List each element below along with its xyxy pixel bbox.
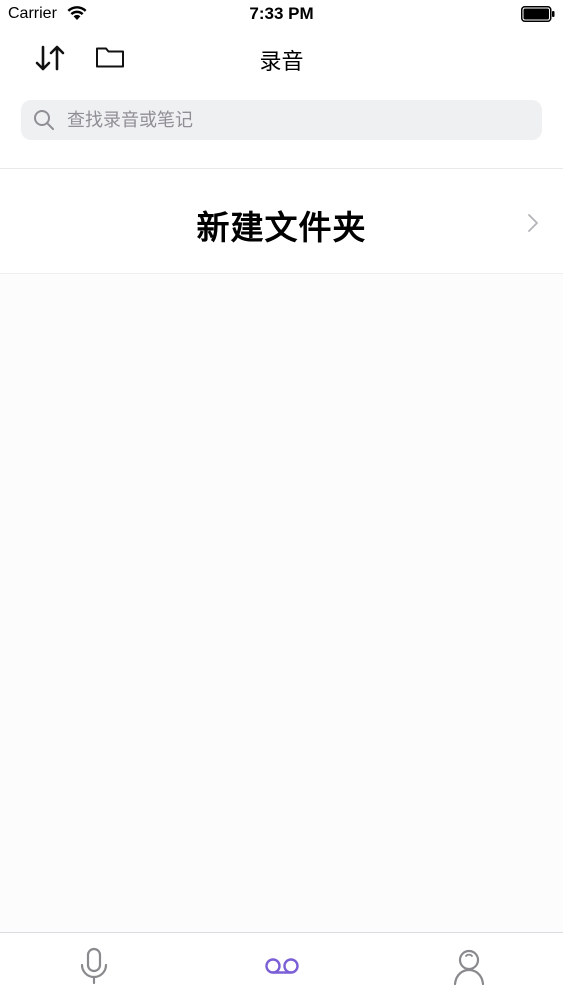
voicemail-icon bbox=[264, 958, 299, 974]
new-folder-label: 新建文件夹 bbox=[196, 208, 367, 247]
navigation-bar: 录音 bbox=[0, 30, 563, 169]
status-time: 7:33 PM bbox=[249, 4, 314, 23]
tab-profile[interactable] bbox=[375, 933, 562, 1000]
app-screen: Carrier 7:33 PM 录音 查找录音或笔记 新建文件夹 bbox=[0, 0, 563, 1000]
search-bar[interactable] bbox=[21, 100, 542, 140]
search-input[interactable] bbox=[67, 100, 527, 140]
page-title: 录音 bbox=[259, 50, 304, 75]
search-icon bbox=[34, 110, 54, 130]
tab-record[interactable] bbox=[0, 933, 187, 1000]
battery-full-icon bbox=[521, 6, 555, 22]
new-folder-row[interactable]: 新建文件夹 bbox=[0, 169, 563, 274]
tab-recordings[interactable] bbox=[188, 933, 375, 1000]
tab-bar bbox=[0, 932, 563, 1000]
status-bar: Carrier 7:33 PM bbox=[0, 0, 563, 30]
person-icon bbox=[453, 949, 484, 985]
microphone-icon bbox=[80, 947, 107, 985]
chevron-right-icon bbox=[528, 214, 538, 232]
